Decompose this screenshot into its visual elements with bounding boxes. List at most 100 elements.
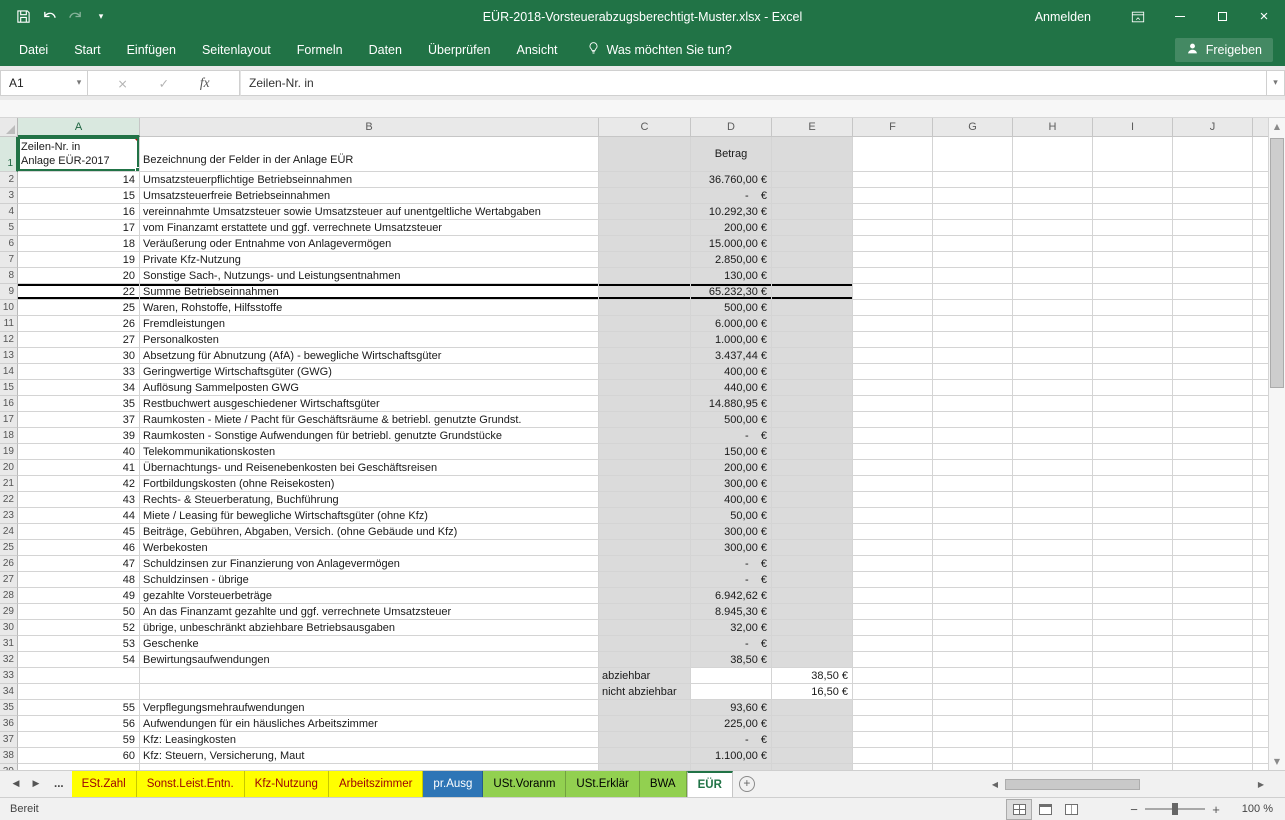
cell-i17[interactable] xyxy=(1093,412,1173,428)
cell-a37[interactable]: 59 xyxy=(18,732,140,748)
cell-c7[interactable] xyxy=(599,252,691,268)
cell-i29[interactable] xyxy=(1093,604,1173,620)
ribbon-tab-ansicht[interactable]: Ansicht xyxy=(504,33,571,66)
row-header[interactable]: 12 xyxy=(0,332,18,348)
cell-g20[interactable] xyxy=(933,460,1013,476)
cell-e23[interactable] xyxy=(772,508,853,524)
select-all-button[interactable] xyxy=(0,118,18,137)
cell-c1[interactable] xyxy=(599,137,691,172)
cell-j18[interactable] xyxy=(1173,428,1253,444)
cell-d4[interactable]: 10.292,30 € xyxy=(691,204,772,220)
cell-a30[interactable]: 52 xyxy=(18,620,140,636)
cell-h1[interactable] xyxy=(1013,137,1093,172)
cell-g25[interactable] xyxy=(933,540,1013,556)
cell-e4[interactable] xyxy=(772,204,853,220)
column-header-d[interactable]: D xyxy=(691,118,772,137)
cell-h31[interactable] xyxy=(1013,636,1093,652)
cell-i4[interactable] xyxy=(1093,204,1173,220)
cell-f14[interactable] xyxy=(853,364,933,380)
cell-d15[interactable]: 440,00 € xyxy=(691,380,772,396)
cell-h37[interactable] xyxy=(1013,732,1093,748)
cell-c6[interactable] xyxy=(599,236,691,252)
cell-k18[interactable] xyxy=(1253,428,1268,444)
column-header-g[interactable]: G xyxy=(933,118,1013,137)
cell-a16[interactable]: 35 xyxy=(18,396,140,412)
cell-d10[interactable]: 500,00 € xyxy=(691,300,772,316)
cell-d23[interactable]: 50,00 € xyxy=(691,508,772,524)
cell-i3[interactable] xyxy=(1093,188,1173,204)
cell-b29[interactable]: An das Finanzamt gezahlte und ggf. verre… xyxy=(140,604,599,620)
cell-c20[interactable] xyxy=(599,460,691,476)
cell-i27[interactable] xyxy=(1093,572,1173,588)
cell-d34[interactable] xyxy=(691,684,772,700)
cell-g26[interactable] xyxy=(933,556,1013,572)
cell-h36[interactable] xyxy=(1013,716,1093,732)
cell-h18[interactable] xyxy=(1013,428,1093,444)
cell-c25[interactable] xyxy=(599,540,691,556)
cell-g6[interactable] xyxy=(933,236,1013,252)
cell-k9[interactable] xyxy=(1253,284,1268,300)
cell-g16[interactable] xyxy=(933,396,1013,412)
vertical-scrollbar-thumb[interactable] xyxy=(1270,138,1284,388)
cell-b38[interactable]: Kfz: Steuern, Versicherung, Maut xyxy=(140,748,599,764)
cell-k25[interactable] xyxy=(1253,540,1268,556)
cell-d31[interactable]: - € xyxy=(691,636,772,652)
cell-b37[interactable]: Kfz: Leasingkosten xyxy=(140,732,599,748)
cell-j38[interactable] xyxy=(1173,748,1253,764)
cell-h22[interactable] xyxy=(1013,492,1093,508)
cell-f9[interactable] xyxy=(853,284,933,300)
cell-d16[interactable]: 14.880,95 € xyxy=(691,396,772,412)
cell-j26[interactable] xyxy=(1173,556,1253,572)
cell-b11[interactable]: Fremdleistungen xyxy=(140,316,599,332)
cell-h32[interactable] xyxy=(1013,652,1093,668)
tell-me-box[interactable]: Was möchten Sie tun? xyxy=(587,33,732,66)
cell-j1[interactable] xyxy=(1173,137,1253,172)
cell-f4[interactable] xyxy=(853,204,933,220)
cell-h7[interactable] xyxy=(1013,252,1093,268)
row-header[interactable]: 4 xyxy=(0,204,18,220)
cell-j20[interactable] xyxy=(1173,460,1253,476)
normal-view-button[interactable] xyxy=(1007,800,1031,819)
cell-b23[interactable]: Miete / Leasing für bewegliche Wirtschaf… xyxy=(140,508,599,524)
cell-a11[interactable]: 26 xyxy=(18,316,140,332)
cell-d32[interactable]: 38,50 € xyxy=(691,652,772,668)
cell-c36[interactable] xyxy=(599,716,691,732)
cell-d38[interactable]: 1.100,00 € xyxy=(691,748,772,764)
cell-j10[interactable] xyxy=(1173,300,1253,316)
cell-k4[interactable] xyxy=(1253,204,1268,220)
cell-c9[interactable] xyxy=(599,284,691,300)
cell-k20[interactable] xyxy=(1253,460,1268,476)
cell-d18[interactable]: - € xyxy=(691,428,772,444)
cell-c27[interactable] xyxy=(599,572,691,588)
cell-c4[interactable] xyxy=(599,204,691,220)
cell-f7[interactable] xyxy=(853,252,933,268)
cell-k13[interactable] xyxy=(1253,348,1268,364)
row-header[interactable]: 2 xyxy=(0,172,18,188)
row-header[interactable]: 3 xyxy=(0,188,18,204)
cell-i12[interactable] xyxy=(1093,332,1173,348)
row-header[interactable]: 18 xyxy=(0,428,18,444)
cell-i6[interactable] xyxy=(1093,236,1173,252)
cell-g24[interactable] xyxy=(933,524,1013,540)
zoom-out-button[interactable]: − xyxy=(1125,802,1143,817)
cell-e9[interactable] xyxy=(772,284,853,300)
cell-g18[interactable] xyxy=(933,428,1013,444)
close-button[interactable]: × xyxy=(1243,0,1285,33)
cell-g13[interactable] xyxy=(933,348,1013,364)
cell-a6[interactable]: 18 xyxy=(18,236,140,252)
row-header[interactable]: 6 xyxy=(0,236,18,252)
cell-g28[interactable] xyxy=(933,588,1013,604)
cell-i2[interactable] xyxy=(1093,172,1173,188)
cell-a9[interactable]: 22 xyxy=(18,284,140,300)
vertical-scrollbar[interactable]: ▲ ▼ xyxy=(1268,118,1285,770)
cell-b12[interactable]: Personalkosten xyxy=(140,332,599,348)
row-header[interactable]: 23 xyxy=(0,508,18,524)
cell-b6[interactable]: Veräußerung oder Entnahme von Anlageverm… xyxy=(140,236,599,252)
cell-c14[interactable] xyxy=(599,364,691,380)
cell-e7[interactable] xyxy=(772,252,853,268)
cell-e22[interactable] xyxy=(772,492,853,508)
cell-d13[interactable]: 3.437,44 € xyxy=(691,348,772,364)
zoom-slider[interactable] xyxy=(1145,808,1205,810)
cell-f1[interactable] xyxy=(853,137,933,172)
cell-e17[interactable] xyxy=(772,412,853,428)
